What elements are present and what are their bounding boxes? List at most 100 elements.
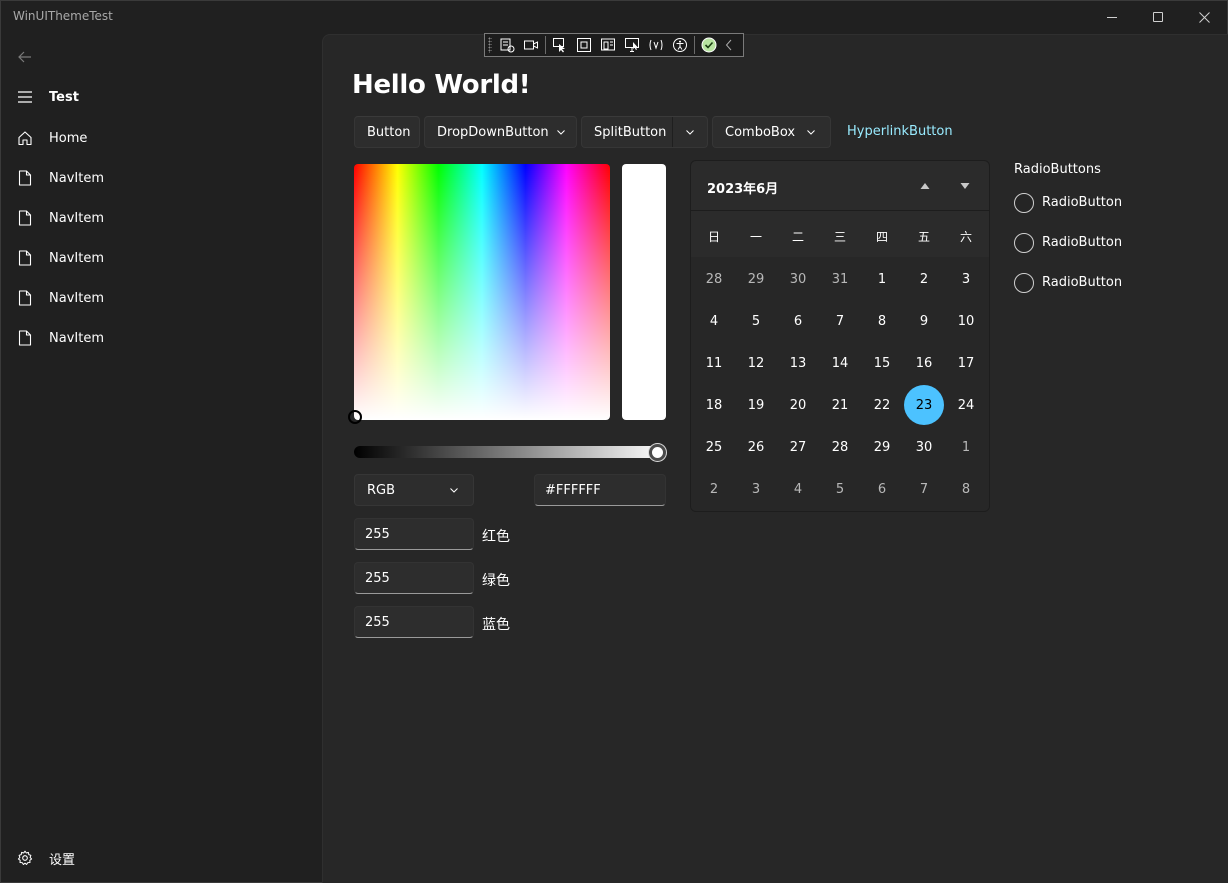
calendar-header: 2023年6月	[691, 161, 989, 211]
calendar-day[interactable]: 20	[778, 385, 818, 425]
calendar-day[interactable]: 24	[946, 385, 986, 425]
calendar-day[interactable]: 21	[820, 385, 860, 425]
record-button[interactable]	[519, 34, 543, 56]
nav-item-settings[interactable]: 设置	[4, 840, 314, 876]
calendar-day[interactable]: 25	[694, 427, 734, 467]
calendar-day[interactable]: 28	[820, 427, 860, 467]
combobox[interactable]: ComboBox	[712, 116, 831, 148]
calendar-day[interactable]: 3	[736, 469, 776, 509]
calendar-day[interactable]: 15	[862, 343, 902, 383]
calendar-day[interactable]: 8	[946, 469, 986, 509]
accessibility-button[interactable]	[668, 34, 692, 56]
calendar-day[interactable]: 22	[862, 385, 902, 425]
calendar-day[interactable]: 27	[778, 427, 818, 467]
nav-item-navitem-2[interactable]: NavItem	[4, 200, 314, 236]
dropdown-button[interactable]: DropDownButton	[424, 116, 577, 148]
nav-item-navitem-5[interactable]: NavItem	[4, 320, 314, 356]
calendar-weekday-label: 四	[875, 230, 888, 244]
red-channel-input[interactable]: 255	[354, 518, 474, 550]
color-mode-combobox[interactable]: RGB	[354, 474, 474, 506]
nav-item-navitem-4[interactable]: NavItem	[4, 280, 314, 316]
chevron-down-icon	[450, 488, 458, 493]
collapse-toolbar-button[interactable]	[721, 34, 737, 56]
nav-item-label: NavItem	[49, 330, 104, 346]
minimize-button[interactable]	[1089, 0, 1135, 34]
calendar-day[interactable]: 30	[778, 259, 818, 299]
calendar-day[interactable]: 30	[904, 427, 944, 467]
calendar-day[interactable]: 12	[736, 343, 776, 383]
triangle-up-icon	[920, 183, 930, 189]
calendar-day[interactable]: 8	[862, 301, 902, 341]
calendar-day[interactable]: 6	[778, 301, 818, 341]
calendar-day[interactable]: 14	[820, 343, 860, 383]
calendar-day[interactable]: 1	[862, 259, 902, 299]
calendar-day[interactable]: 9	[904, 301, 944, 341]
calendar-day[interactable]: 10	[946, 301, 986, 341]
back-button[interactable]	[11, 44, 39, 70]
calendar-day[interactable]: 3	[946, 259, 986, 299]
calendar-day[interactable]: 29	[736, 259, 776, 299]
nav-toggle-button[interactable]: Test	[4, 79, 314, 115]
live-visual-tree-button[interactable]	[495, 34, 519, 56]
nav-item-label: 设置	[49, 852, 76, 868]
split-button[interactable]: SplitButton	[581, 116, 708, 148]
calendar-day[interactable]: 17	[946, 343, 986, 383]
calendar-day[interactable]: 19	[736, 385, 776, 425]
radio-button-2[interactable]: RadioButton	[1014, 232, 1214, 254]
color-spectrum-handle[interactable]	[348, 410, 362, 424]
calendar-day[interactable]: 29	[862, 427, 902, 467]
calendar-day[interactable]: 7	[904, 469, 944, 509]
calendar-day[interactable]: 7	[820, 301, 860, 341]
hyperlink-button[interactable]: HyperlinkButton	[847, 124, 953, 139]
xaml-debug-toolbar	[484, 33, 744, 57]
calendar-day[interactable]: 26	[736, 427, 776, 467]
toolbar-grip-icon[interactable]	[488, 37, 492, 53]
select-element-button[interactable]	[548, 34, 572, 56]
hot-reload-icon	[649, 39, 662, 51]
color-value-slider[interactable]	[354, 446, 666, 458]
calendar-day[interactable]: 1	[946, 427, 986, 467]
calendar-day[interactable]: 2	[694, 469, 734, 509]
split-button-label: SplitButton	[594, 124, 667, 140]
home-icon	[16, 129, 34, 147]
calendar-weekday-label: 二	[791, 230, 804, 244]
hot-reload-button[interactable]	[644, 34, 668, 56]
button-label: Button	[367, 124, 411, 140]
radio-button-3[interactable]: RadioButton	[1014, 272, 1214, 294]
blue-channel-input[interactable]: 255	[354, 606, 474, 638]
calendar-day[interactable]: 4	[694, 301, 734, 341]
calendar-day[interactable]: 6	[862, 469, 902, 509]
calendar-day-today[interactable]: 23	[904, 385, 944, 425]
button[interactable]: Button	[354, 116, 420, 148]
nav-item-navitem-1[interactable]: NavItem	[4, 160, 314, 196]
calendar-day[interactable]: 28	[694, 259, 734, 299]
nav-item-home[interactable]: Home	[4, 120, 314, 156]
green-channel-input[interactable]: 255	[354, 562, 474, 594]
calendar-next-button[interactable]	[958, 179, 972, 193]
display-adorners-button[interactable]	[572, 34, 596, 56]
nav-item-label: NavItem	[49, 250, 104, 266]
hot-reload-status-button[interactable]	[697, 34, 721, 56]
radio-button-1[interactable]: RadioButton	[1014, 192, 1214, 214]
calendar-day[interactable]: 18	[694, 385, 734, 425]
slider-thumb[interactable]	[649, 444, 666, 461]
binding-failures-button[interactable]	[620, 34, 644, 56]
calendar-day[interactable]: 31	[820, 259, 860, 299]
calendar-day[interactable]: 11	[694, 343, 734, 383]
calendar-previous-button[interactable]	[918, 179, 932, 193]
track-focus-button[interactable]	[596, 34, 620, 56]
calendar-day[interactable]: 5	[736, 301, 776, 341]
nav-item-navitem-3[interactable]: NavItem	[4, 240, 314, 276]
chevron-down-icon[interactable]	[685, 127, 695, 137]
calendar-day[interactable]: 2	[904, 259, 944, 299]
hex-input[interactable]: #FFFFFF	[534, 474, 666, 506]
calendar-day[interactable]: 13	[778, 343, 818, 383]
maximize-button[interactable]	[1135, 0, 1181, 34]
close-button[interactable]	[1181, 0, 1227, 34]
calendar-day[interactable]: 4	[778, 469, 818, 509]
title-bar: WinUIThemeTest	[0, 0, 1228, 34]
color-spectrum[interactable]	[354, 164, 610, 420]
calendar-month-button[interactable]: 2023年6月	[707, 178, 778, 197]
calendar-day[interactable]: 16	[904, 343, 944, 383]
calendar-day[interactable]: 5	[820, 469, 860, 509]
